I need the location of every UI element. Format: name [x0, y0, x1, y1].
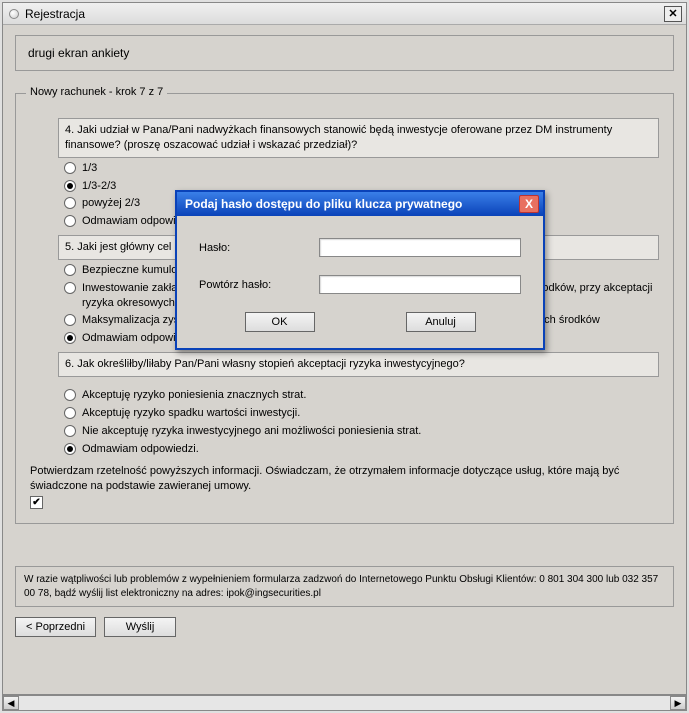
send-button[interactable]: Wyślij [104, 617, 176, 637]
dialog-titlebar: Podaj hasło dostępu do pliku klucza pryw… [177, 192, 543, 216]
password-input[interactable] [319, 238, 521, 257]
window-content: drugi ekran ankiety Nowy rachunek - krok… [3, 25, 686, 694]
radio-icon [64, 162, 76, 174]
option-label: Akceptuję ryzyko spadku wartości inwesty… [82, 406, 659, 421]
q6-option-2[interactable]: Nie akceptuję ryzyka inwestycyjnego ani … [64, 424, 659, 439]
ok-button[interactable]: OK [245, 312, 315, 332]
main-titlebar: Rejestracja ✕ [3, 3, 686, 25]
q6-option-1[interactable]: Akceptuję ryzyko spadku wartości inwesty… [64, 406, 659, 421]
q6-option-3[interactable]: Odmawiam odpowiedzi. [64, 442, 659, 457]
horizontal-scrollbar[interactable]: ◀ ▶ [2, 695, 687, 711]
radio-icon [64, 425, 76, 437]
radio-icon [64, 332, 76, 344]
scroll-left-arrow-icon[interactable]: ◀ [3, 696, 19, 710]
confirmation-checkbox[interactable]: ✔ [30, 496, 43, 509]
password-label: Hasło: [199, 242, 319, 254]
cancel-button[interactable]: Anuluj [406, 312, 476, 332]
dialog-close-button[interactable]: X [519, 195, 539, 213]
radio-icon [64, 180, 76, 192]
window-title: Rejestracja [25, 7, 664, 21]
radio-icon [64, 314, 76, 326]
bottom-buttons: < Poprzedni Wyślij [15, 617, 674, 637]
radio-icon [64, 443, 76, 455]
q4-option-0[interactable]: 1/3 [64, 161, 659, 176]
confirmation-text: Potwierdzam rzetelność powyższych inform… [30, 464, 659, 494]
radio-icon [64, 264, 76, 276]
radio-icon [64, 282, 76, 294]
dialog-body: Hasło: Powtórz hasło: OK Anuluj [177, 216, 543, 348]
password-dialog: Podaj hasło dostępu do pliku klucza pryw… [175, 190, 545, 350]
radio-icon [64, 407, 76, 419]
question-6-text: 6. Jak określiłby/liłaby Pan/Pani własny… [58, 352, 659, 377]
password-row: Hasło: [199, 238, 521, 257]
option-label: Nie akceptuję ryzyka inwestycyjnego ani … [82, 424, 659, 439]
repeat-password-row: Powtórz hasło: [199, 275, 521, 294]
app-icon [9, 9, 19, 19]
radio-icon [64, 389, 76, 401]
repeat-password-input[interactable] [319, 275, 521, 294]
scroll-right-arrow-icon[interactable]: ▶ [670, 696, 686, 710]
window-close-button[interactable]: ✕ [664, 6, 682, 22]
radio-icon [64, 197, 76, 209]
dialog-buttons: OK Anuluj [199, 312, 521, 332]
prev-button[interactable]: < Poprzedni [15, 617, 96, 637]
q6-option-0[interactable]: Akceptuję ryzyko poniesienia znacznych s… [64, 388, 659, 403]
option-label: 1/3 [82, 161, 659, 176]
option-label: Akceptuję ryzyko poniesienia znacznych s… [82, 388, 659, 403]
help-text: W razie wątpliwości lub problemów z wype… [15, 566, 674, 607]
screen-header: drugi ekran ankiety [15, 35, 674, 71]
dialog-title: Podaj hasło dostępu do pliku klucza pryw… [185, 197, 519, 211]
option-label: Odmawiam odpowiedzi. [82, 442, 659, 457]
radio-icon [64, 215, 76, 227]
step-group-title: Nowy rachunek - krok 7 z 7 [26, 86, 167, 98]
scroll-track[interactable] [19, 696, 670, 710]
question-4-text: 4. Jaki udział w Pana/Pani nadwyżkach fi… [58, 118, 659, 158]
repeat-password-label: Powtórz hasło: [199, 279, 319, 291]
